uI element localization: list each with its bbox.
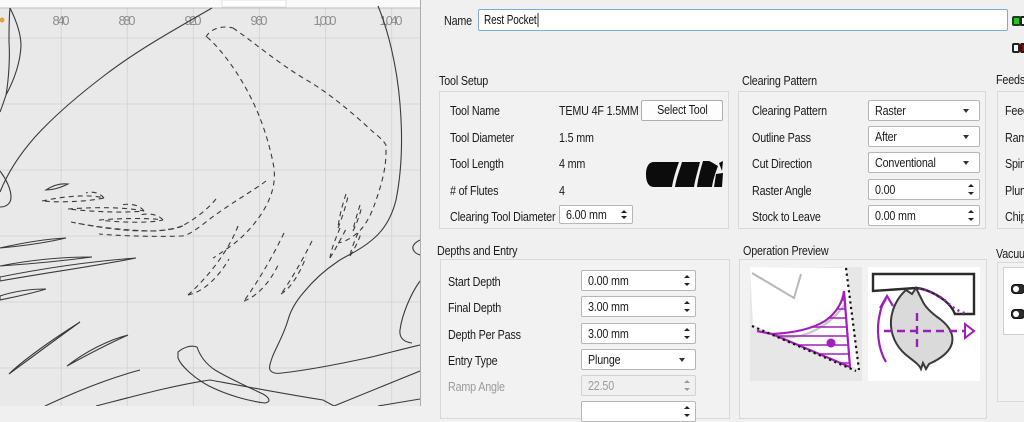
svg-text:840: 840	[53, 13, 70, 28]
svg-text:880: 880	[119, 13, 136, 28]
svg-text:1,000: 1,000	[314, 13, 337, 28]
svg-text:960: 960	[251, 13, 268, 28]
